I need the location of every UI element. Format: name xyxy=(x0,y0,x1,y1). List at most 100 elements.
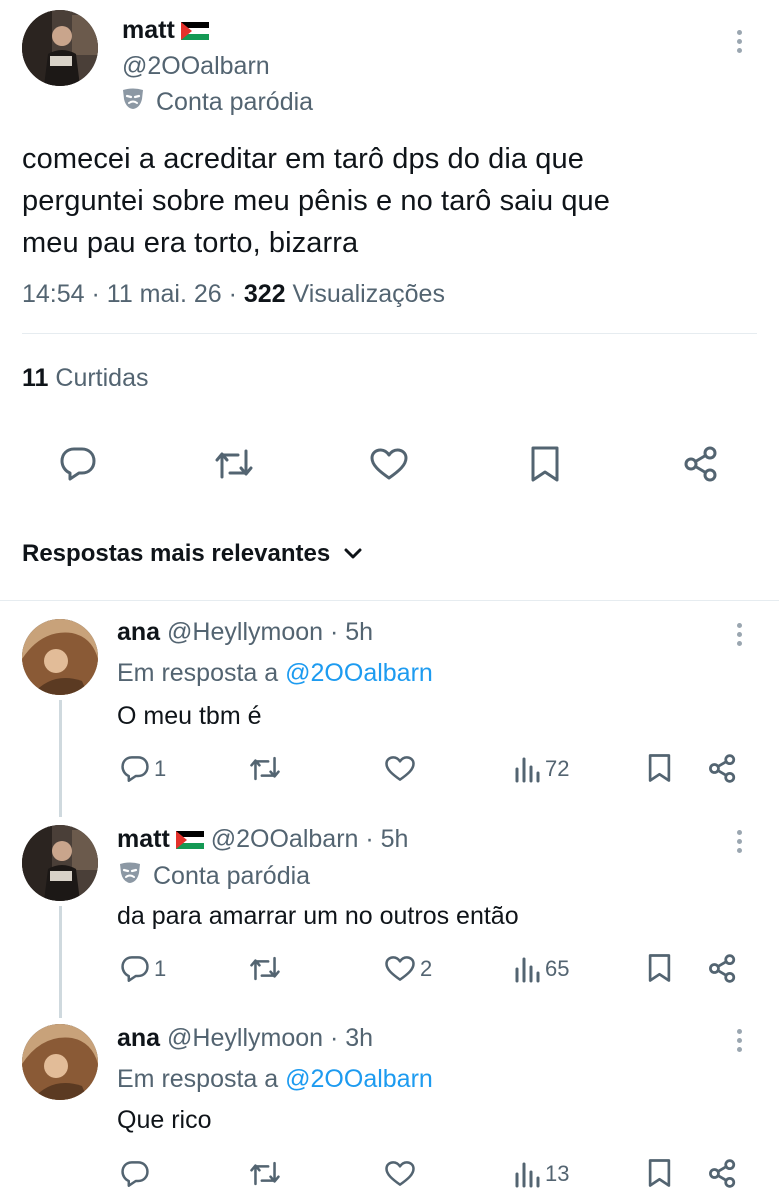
views-count: 72 xyxy=(545,756,570,781)
reply-header: matt @2OOalbarn · 5h xyxy=(117,825,408,856)
author-avatar[interactable] xyxy=(22,10,98,86)
share-icon xyxy=(709,954,736,983)
thread-line xyxy=(59,700,62,817)
reply-button[interactable] xyxy=(59,446,97,482)
reply-button[interactable] xyxy=(120,1160,154,1188)
palestine-flag-icon xyxy=(180,18,209,47)
views-button[interactable]: 13 xyxy=(513,1160,569,1188)
retweet-button[interactable] xyxy=(249,955,281,982)
reply-button[interactable]: 1 xyxy=(120,955,166,983)
more-icon[interactable] xyxy=(735,623,743,646)
divider xyxy=(0,600,779,601)
reply-button[interactable]: 1 xyxy=(120,755,166,783)
parody-label-text: Conta paródia xyxy=(156,88,314,116)
reply-author-handle[interactable]: @2OOalbarn · 5h xyxy=(211,825,409,853)
reply-header: ana @Heyllymoon · 5h xyxy=(117,618,373,647)
reply-icon xyxy=(121,756,149,782)
views-count: 322 xyxy=(243,280,286,308)
heart-icon xyxy=(385,1161,415,1186)
like-button[interactable]: 2 xyxy=(384,955,432,982)
views-icon xyxy=(515,957,540,983)
bookmark-icon xyxy=(648,754,671,782)
author-name-text[interactable]: matt xyxy=(122,16,175,44)
views-button[interactable]: 72 xyxy=(513,755,569,783)
reply-header: ana @Heyllymoon · 3h xyxy=(117,1024,373,1053)
author-handle[interactable]: @2OOalbarn xyxy=(122,52,270,81)
retweet-icon xyxy=(250,956,280,981)
retweet-icon xyxy=(250,756,280,781)
heart-icon xyxy=(385,956,415,981)
reply-author-name[interactable]: matt xyxy=(117,825,170,853)
sort-replies-dropdown[interactable]: Respostas mais relevantes xyxy=(22,540,362,568)
retweet-button[interactable] xyxy=(214,447,254,481)
chevron-down-icon xyxy=(344,548,362,559)
post-text-line-1: comecei a acreditar em tarô dps do dia q… xyxy=(22,143,584,175)
share-button[interactable] xyxy=(683,446,719,482)
post-meta: 14:54 · 11 mai. 26 · 322 Visualizações xyxy=(22,280,445,309)
bookmark-icon xyxy=(648,954,671,982)
likes-label: Curtidas xyxy=(48,364,149,392)
reply-avatar[interactable] xyxy=(22,825,98,901)
reply-count: 1 xyxy=(154,956,167,981)
parody-label: Conta paródia xyxy=(120,87,313,118)
reply-to-handle-link[interactable]: @2OOalbarn xyxy=(285,1065,433,1093)
reply-to-label: Em resposta a xyxy=(117,659,286,687)
likes-count: 11 xyxy=(22,364,49,392)
like-button[interactable] xyxy=(384,1160,420,1187)
post-text: comecei a acreditar em tarô dps do dia q… xyxy=(22,138,762,264)
bookmark-button[interactable] xyxy=(647,753,672,788)
reply-avatar[interactable] xyxy=(22,1024,98,1100)
views-button[interactable]: 65 xyxy=(513,955,569,983)
post-timestamp[interactable]: 14:54 · 11 mai. 26 · xyxy=(22,280,244,308)
views-icon xyxy=(515,1162,540,1188)
share-icon xyxy=(709,1159,736,1188)
bookmark-icon xyxy=(531,446,559,482)
reply-to-label: Em resposta a xyxy=(117,1065,286,1093)
reply-icon xyxy=(121,1161,149,1187)
parody-mask-icon xyxy=(117,861,143,892)
like-button[interactable] xyxy=(369,447,409,481)
reply-author-handle[interactable]: @Heyllymoon · 3h xyxy=(167,1024,373,1052)
parody-label-text: Conta paródia xyxy=(153,862,311,890)
more-icon[interactable] xyxy=(735,30,743,53)
bookmark-button[interactable] xyxy=(647,1158,672,1193)
bookmark-button[interactable] xyxy=(529,445,561,483)
reply-to-line: Em resposta a @2OOalbarn xyxy=(117,659,433,688)
reply-author-name[interactable]: ana xyxy=(117,1024,160,1052)
palestine-flag-icon xyxy=(175,827,204,856)
thread-line xyxy=(59,906,62,1018)
post-text-line-2: perguntei sobre meu pênis e no tarô saiu… xyxy=(22,185,611,217)
reply-to-handle-link[interactable]: @2OOalbarn xyxy=(285,659,433,687)
like-button[interactable] xyxy=(384,755,420,782)
reply-avatar[interactable] xyxy=(22,619,98,695)
reply-author-handle[interactable]: @Heyllymoon · 5h xyxy=(167,618,373,646)
likes-summary[interactable]: 11 Curtidas xyxy=(22,364,148,393)
post-text-line-3: meu pau era torto, bizarra xyxy=(22,227,359,259)
share-button[interactable] xyxy=(708,954,737,988)
divider xyxy=(22,333,757,334)
more-icon[interactable] xyxy=(735,830,743,853)
parody-label: Conta paródia xyxy=(117,861,310,892)
bookmark-icon xyxy=(648,1159,671,1187)
share-button[interactable] xyxy=(708,1159,737,1193)
share-button[interactable] xyxy=(708,754,737,788)
retweet-button[interactable] xyxy=(249,755,281,782)
retweet-icon xyxy=(250,1161,280,1186)
heart-icon xyxy=(370,448,408,480)
reply-text: da para amarrar um no outros então xyxy=(117,902,519,930)
like-count: 2 xyxy=(420,955,433,981)
bookmark-button[interactable] xyxy=(647,953,672,988)
author-name[interactable]: matt xyxy=(122,16,209,47)
views-icon xyxy=(515,757,540,783)
retweet-button[interactable] xyxy=(249,1160,281,1187)
views-label: Visualizações xyxy=(285,280,445,308)
sort-label: Respostas mais relevantes xyxy=(22,540,331,567)
heart-icon xyxy=(385,756,415,781)
parody-mask-icon xyxy=(120,87,146,118)
reply-text: Que rico xyxy=(117,1106,212,1134)
reply-author-name[interactable]: ana xyxy=(117,618,160,646)
more-icon[interactable] xyxy=(735,1029,743,1052)
retweet-icon xyxy=(215,449,253,479)
views-count: 65 xyxy=(545,956,570,981)
reply-text: O meu tbm é xyxy=(117,702,262,730)
